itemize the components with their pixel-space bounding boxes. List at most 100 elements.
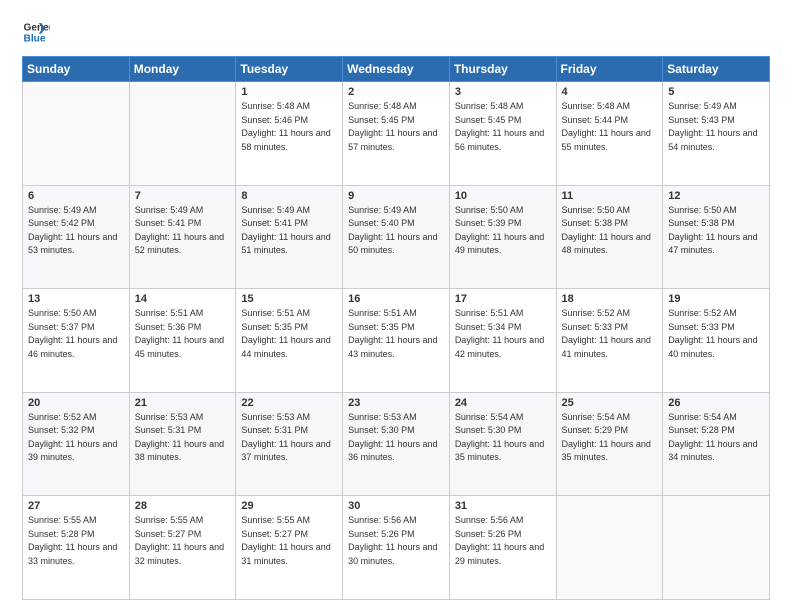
day-info: Sunrise: 5:54 AMSunset: 5:28 PMDaylight:… [668,411,764,465]
calendar-day-cell: 18 Sunrise: 5:52 AMSunset: 5:33 PMDayligh… [556,289,663,393]
calendar-day-cell: 10 Sunrise: 5:50 AMSunset: 5:39 PMDayligh… [449,185,556,289]
weekday-header: Tuesday [236,57,343,82]
calendar-day-cell: 1 Sunrise: 5:48 AMSunset: 5:46 PMDaylight… [236,82,343,186]
calendar-day-cell: 16Sunrise: 5:51 AMSunset: 5:35 PMDayligh… [343,289,450,393]
logo-icon: General Blue [22,18,50,46]
calendar-day-cell [663,496,770,600]
day-number: 20 [28,397,124,409]
day-number: 7 [135,190,231,202]
day-info: Sunrise: 5:56 AMSunset: 5:26 PMDaylight:… [455,514,551,568]
weekday-header: Friday [556,57,663,82]
day-number: 2 [348,86,444,98]
day-number: 22 [241,397,337,409]
calendar-day-cell [129,82,236,186]
day-info: Sunrise: 5:50 AMSunset: 5:37 PMDaylight:… [28,307,124,361]
day-info: Sunrise: 5:55 AMSunset: 5:28 PMDaylight:… [28,514,124,568]
calendar-day-cell: 17Sunrise: 5:51 AMSunset: 5:34 PMDayligh… [449,289,556,393]
day-info: Sunrise: 5:48 AMSunset: 5:45 PMDaylight:… [348,100,444,154]
day-info: Sunrise: 5:49 AMSunset: 5:42 PMDaylight:… [28,204,124,258]
day-number: 6 [28,190,124,202]
calendar-day-cell: 5 Sunrise: 5:49 AMSunset: 5:43 PMDaylight… [663,82,770,186]
day-info: Sunrise: 5:51 AMSunset: 5:34 PMDaylight:… [455,307,551,361]
calendar-day-cell: 29Sunrise: 5:55 AMSunset: 5:27 PMDayligh… [236,496,343,600]
calendar-day-cell: 2 Sunrise: 5:48 AMSunset: 5:45 PMDaylight… [343,82,450,186]
calendar-day-cell: 30 Sunrise: 5:56 AMSunset: 5:26 PMDayligh… [343,496,450,600]
day-number: 12 [668,190,764,202]
weekday-header: Saturday [663,57,770,82]
calendar-day-cell: 3 Sunrise: 5:48 AMSunset: 5:45 PMDaylight… [449,82,556,186]
calendar-day-cell: 23Sunrise: 5:53 AMSunset: 5:30 PMDayligh… [343,392,450,496]
calendar-day-cell: 7 Sunrise: 5:49 AMSunset: 5:41 PMDaylight… [129,185,236,289]
day-info: Sunrise: 5:51 AMSunset: 5:36 PMDaylight:… [135,307,231,361]
day-number: 26 [668,397,764,409]
logo: General Blue [22,18,50,46]
calendar-day-cell: 8 Sunrise: 5:49 AMSunset: 5:41 PMDaylight… [236,185,343,289]
weekday-header: Monday [129,57,236,82]
calendar-day-cell: 11 Sunrise: 5:50 AMSunset: 5:38 PMDayligh… [556,185,663,289]
day-info: Sunrise: 5:49 AMSunset: 5:43 PMDaylight:… [668,100,764,154]
weekday-header: Wednesday [343,57,450,82]
weekday-header: Sunday [23,57,130,82]
calendar-day-cell: 21 Sunrise: 5:53 AMSunset: 5:31 PMDayligh… [129,392,236,496]
calendar-day-cell: 14 Sunrise: 5:51 AMSunset: 5:36 PMDayligh… [129,289,236,393]
day-info: Sunrise: 5:50 AMSunset: 5:39 PMDaylight:… [455,204,551,258]
svg-text:Blue: Blue [24,33,46,44]
svg-text:General: General [24,22,50,33]
calendar-day-cell: 24 Sunrise: 5:54 AMSunset: 5:30 PMDayligh… [449,392,556,496]
day-info: Sunrise: 5:49 AMSunset: 5:40 PMDaylight:… [348,204,444,258]
calendar-day-cell: 15Sunrise: 5:51 AMSunset: 5:35 PMDayligh… [236,289,343,393]
day-info: Sunrise: 5:50 AMSunset: 5:38 PMDaylight:… [562,204,658,258]
calendar-table: SundayMondayTuesdayWednesdayThursdayFrid… [22,56,770,600]
day-info: Sunrise: 5:52 AMSunset: 5:32 PMDaylight:… [28,411,124,465]
day-number: 1 [241,86,337,98]
page-header: General Blue [22,18,770,46]
day-info: Sunrise: 5:48 AMSunset: 5:44 PMDaylight:… [562,100,658,154]
calendar-week-row: 13 Sunrise: 5:50 AMSunset: 5:37 PMDayligh… [23,289,770,393]
day-info: Sunrise: 5:48 AMSunset: 5:46 PMDaylight:… [241,100,337,154]
day-number: 31 [455,500,551,512]
day-number: 10 [455,190,551,202]
calendar-week-row: 20 Sunrise: 5:52 AMSunset: 5:32 PMDayligh… [23,392,770,496]
day-number: 30 [348,500,444,512]
day-number: 5 [668,86,764,98]
day-info: Sunrise: 5:54 AMSunset: 5:29 PMDaylight:… [562,411,658,465]
day-info: Sunrise: 5:53 AMSunset: 5:31 PMDaylight:… [241,411,337,465]
calendar-day-cell: 12Sunrise: 5:50 AMSunset: 5:38 PMDayligh… [663,185,770,289]
day-info: Sunrise: 5:49 AMSunset: 5:41 PMDaylight:… [135,204,231,258]
calendar-day-cell [23,82,130,186]
day-info: Sunrise: 5:53 AMSunset: 5:31 PMDaylight:… [135,411,231,465]
calendar-day-cell: 13 Sunrise: 5:50 AMSunset: 5:37 PMDayligh… [23,289,130,393]
day-number: 25 [562,397,658,409]
calendar-day-cell: 22 Sunrise: 5:53 AMSunset: 5:31 PMDayligh… [236,392,343,496]
day-number: 8 [241,190,337,202]
day-info: Sunrise: 5:49 AMSunset: 5:41 PMDaylight:… [241,204,337,258]
day-number: 4 [562,86,658,98]
day-number: 11 [562,190,658,202]
calendar-week-row: 1 Sunrise: 5:48 AMSunset: 5:46 PMDaylight… [23,82,770,186]
calendar-day-cell: 4 Sunrise: 5:48 AMSunset: 5:44 PMDaylight… [556,82,663,186]
weekday-header: Thursday [449,57,556,82]
day-info: Sunrise: 5:54 AMSunset: 5:30 PMDaylight:… [455,411,551,465]
day-info: Sunrise: 5:56 AMSunset: 5:26 PMDaylight:… [348,514,444,568]
day-number: 13 [28,293,124,305]
day-number: 14 [135,293,231,305]
calendar-day-cell: 31 Sunrise: 5:56 AMSunset: 5:26 PMDayligh… [449,496,556,600]
day-number: 27 [28,500,124,512]
calendar-day-cell [556,496,663,600]
day-number: 3 [455,86,551,98]
day-number: 18 [562,293,658,305]
day-info: Sunrise: 5:52 AMSunset: 5:33 PMDaylight:… [562,307,658,361]
calendar-header-row: SundayMondayTuesdayWednesdayThursdayFrid… [23,57,770,82]
calendar-day-cell: 20 Sunrise: 5:52 AMSunset: 5:32 PMDayligh… [23,392,130,496]
calendar-day-cell: 19Sunrise: 5:52 AMSunset: 5:33 PMDayligh… [663,289,770,393]
day-number: 24 [455,397,551,409]
day-info: Sunrise: 5:48 AMSunset: 5:45 PMDaylight:… [455,100,551,154]
calendar-day-cell: 25 Sunrise: 5:54 AMSunset: 5:29 PMDayligh… [556,392,663,496]
calendar-week-row: 6 Sunrise: 5:49 AMSunset: 5:42 PMDaylight… [23,185,770,289]
day-info: Sunrise: 5:55 AMSunset: 5:27 PMDaylight:… [241,514,337,568]
calendar-day-cell: 6 Sunrise: 5:49 AMSunset: 5:42 PMDaylight… [23,185,130,289]
calendar-day-cell: 27 Sunrise: 5:55 AMSunset: 5:28 PMDayligh… [23,496,130,600]
day-number: 21 [135,397,231,409]
day-info: Sunrise: 5:55 AMSunset: 5:27 PMDaylight:… [135,514,231,568]
day-info: Sunrise: 5:51 AMSunset: 5:35 PMDaylight:… [348,307,444,361]
